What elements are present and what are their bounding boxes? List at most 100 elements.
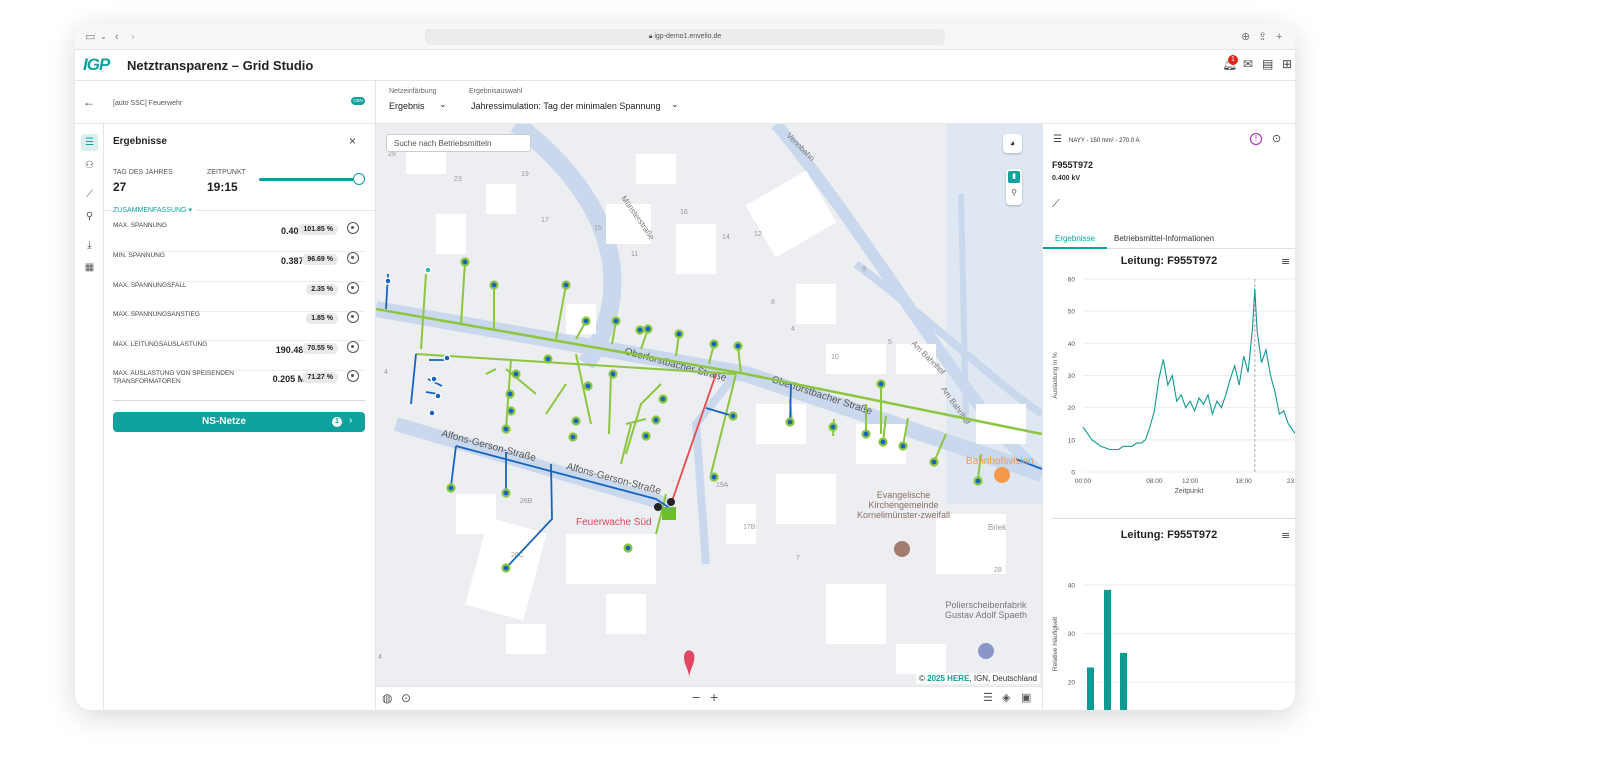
slider-fill (259, 178, 359, 181)
svg-text:28: 28 (994, 567, 1002, 574)
palette-icon[interactable]: ◕ (1003, 134, 1022, 153)
tab-ergebnisse[interactable]: Ergebnisse (1043, 229, 1107, 249)
menu-icon[interactable]: ☰ (1053, 134, 1062, 145)
chevron-down-icon: ▾ (188, 207, 192, 214)
locate-icon[interactable] (347, 311, 359, 323)
y-tick-label: 0 (1071, 470, 1075, 477)
map-view[interactable]: Münsterstraße Vennbahn Am Bahnhof Am Bah… (376, 124, 1042, 686)
address-bar[interactable]: 🔒︎ igp-demo1.envelio.de (425, 29, 945, 45)
svg-text:19: 19 (521, 171, 529, 178)
download-icon[interactable]: ⤓ (81, 237, 98, 254)
locate-icon[interactable] (347, 252, 359, 264)
row-percent: 71.27 % (302, 372, 338, 383)
svg-text:19A: 19A (716, 482, 729, 489)
document-icon[interactable]: ▤ (1262, 57, 1273, 71)
locate-icon[interactable] (347, 222, 359, 234)
copyright-prefix: © (919, 674, 928, 683)
element-id: F955T972 (1052, 160, 1094, 170)
download-icon[interactable]: ⊕ (1241, 30, 1250, 44)
comment-icon[interactable]: ! (1250, 133, 1262, 145)
poi-label: Polierscheibenfabrik Gustav Adolf Spaeth (944, 600, 1028, 620)
row-percent: 2.35 % (306, 284, 338, 295)
zoom-out-icon[interactable]: − (692, 689, 700, 705)
grid-icon[interactable]: ⊞ (1282, 57, 1292, 71)
chart-icon[interactable]: ⟋ (81, 186, 98, 203)
locate-icon[interactable] (347, 370, 359, 382)
ns-netze-button[interactable]: NS-Netze 1 › (113, 412, 365, 432)
back-arrow-icon[interactable]: ← (83, 95, 95, 109)
trend-icon[interactable]: ⟋ (1052, 198, 1060, 211)
tab-betriebsmittel[interactable]: Betriebsmittel-Informationen (1114, 229, 1214, 249)
detail-tabs: Ergebnisse Betriebsmittel-Informationen (1043, 229, 1295, 249)
divider (1052, 518, 1295, 519)
url-text: igp-demo1.envelio.de (654, 33, 722, 40)
y-tick-label: 40 (1068, 341, 1076, 348)
svg-text:7: 7 (796, 555, 800, 562)
svg-text:4: 4 (384, 369, 388, 376)
network-icon[interactable]: ⚲ (1008, 187, 1020, 199)
netzeinfarbung-select[interactable]: Ergebnis ⌄ (389, 99, 451, 111)
utilization-line-chart: Leitung: F955T972 ≡ 0 10 20 30 40 50 60 Auslastun… (1052, 255, 1295, 495)
network-icon[interactable]: ⚲ (81, 208, 98, 225)
notification-badge: 1 (1228, 55, 1238, 65)
ergebnisauswahl-label: Ergebnisauswahl (469, 88, 523, 95)
list-icon[interactable]: ☰ (983, 691, 993, 704)
map-icon[interactable]: ▮ (1008, 171, 1020, 183)
locate-icon[interactable] (347, 341, 359, 353)
svg-text:29: 29 (388, 151, 396, 158)
substation-icon (662, 507, 676, 520)
share-icon[interactable]: ⇪ (1258, 30, 1267, 44)
svg-text:16: 16 (680, 209, 688, 216)
summary-row: MAX. SPANNUNGSANSTIEG 1.85 % (113, 311, 365, 341)
layers-icon[interactable]: ◈ (1002, 691, 1010, 704)
map-search-input[interactable]: Suche nach Betriebsmitteln (386, 134, 531, 152)
y-tick-label: 20 (1068, 405, 1076, 412)
x-tick-label: 18:00 (1236, 478, 1253, 485)
y-axis-label: Relative Häufigkeit (1052, 617, 1059, 671)
bar (1120, 652, 1127, 710)
element-voltage: 0.400 kV (1052, 175, 1081, 182)
image-icon[interactable]: ▣ (1021, 691, 1031, 704)
ergebnisauswahl-select[interactable]: Jahressimulation: Tag der minimalen Span… (471, 99, 686, 111)
app-logo[interactable]: IGP (83, 55, 110, 75)
row-percent: 96.69 % (302, 254, 338, 265)
poi-label: Briek (988, 523, 1007, 532)
calculator-icon[interactable]: ▦ (81, 259, 98, 276)
row-label: MAX. SPANNUNG (113, 222, 168, 229)
globe-icon[interactable]: ◍ (382, 691, 392, 705)
summary-row: MAX. LEITUNGSAUSLASTUNG 190.484 A 70.55 % (113, 341, 365, 371)
svg-text:5: 5 (888, 339, 892, 346)
results-list-icon[interactable]: ☰ (81, 134, 98, 151)
y-tick-label: 20 (1068, 680, 1076, 687)
summary-row: MAX. AUSLASTUNG VON SPEISENDEN TRANSFORM… (113, 370, 365, 402)
y-tick-label: 60 (1068, 277, 1076, 284)
summary-label: ZUSAMMENFASSUNG (113, 207, 187, 214)
time-label: ZEITPUNKT (207, 169, 246, 176)
summary-toggle[interactable]: ZUSAMMENFASSUNG ▾ (113, 206, 196, 214)
back-icon[interactable]: ‹ (115, 30, 119, 44)
slider-handle[interactable] (352, 173, 365, 185)
chevron-right-icon: › (349, 415, 353, 426)
mail-icon[interactable]: ✉ (1243, 57, 1253, 71)
row-label: MAX. LEITUNGSAUSLASTUNG (113, 341, 208, 348)
locate-icon[interactable]: ⊙ (401, 691, 411, 705)
chevron-down-icon[interactable]: ⌄ (100, 30, 107, 44)
close-icon[interactable]: × (349, 134, 356, 148)
forward-icon[interactable]: › (131, 30, 135, 44)
chart-title: Leitung: F955T972 (1121, 529, 1218, 541)
app-title: Netztransparenz – Grid Studio (127, 58, 314, 73)
day-value: 27 (113, 180, 127, 194)
y-tick-label: 10 (1068, 437, 1076, 444)
sidebar-toggle-icon[interactable]: ▭ (85, 30, 95, 44)
zoom-in-icon[interactable]: + (710, 689, 718, 705)
locate-icon[interactable] (347, 282, 359, 294)
project-badge[interactable]: CBN (351, 97, 365, 105)
svg-text:12: 12 (754, 231, 762, 238)
bar (1087, 667, 1094, 710)
new-tab-icon[interactable]: + (1276, 30, 1282, 44)
y-tick-label: 30 (1068, 373, 1076, 380)
time-slider[interactable] (259, 173, 365, 185)
locate-icon[interactable]: ⊙ (1272, 132, 1281, 145)
x-tick-label: 23:45 (1287, 478, 1295, 485)
binoculars-icon[interactable]: ⚇ (81, 157, 98, 174)
